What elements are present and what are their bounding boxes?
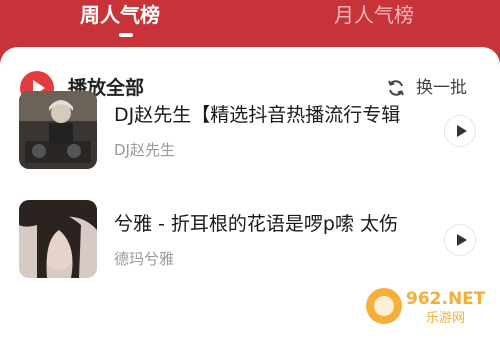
- song-artist: DJ赵先生: [114, 141, 175, 159]
- play-song-button[interactable]: [444, 115, 476, 147]
- tab-weekly-popularity[interactable]: 周人气榜: [80, 0, 160, 30]
- song-title: 兮雅 - 折耳根的花语是啰p嗦 太伤: [114, 213, 399, 235]
- song-title: DJ赵先生【精选抖音热播流行专辑: [114, 104, 401, 126]
- svg-text:乐游网: 乐游网: [426, 311, 465, 326]
- tab-monthly-popularity[interactable]: 月人气榜: [334, 0, 414, 30]
- song-artist: 德玛兮雅: [114, 250, 175, 268]
- site-watermark-logo: 962.NET 乐游网: [362, 282, 496, 328]
- play-song-button[interactable]: [444, 224, 476, 256]
- song-row[interactable]: 兮雅 - 折耳根的花语是啰p嗦 太伤 德玛兮雅: [0, 200, 500, 282]
- svg-text:962.NET: 962.NET: [406, 289, 486, 309]
- tab-bar: 周人气榜 月人气榜: [0, 0, 500, 44]
- song-row[interactable]: DJ赵先生【精选抖音热播流行专辑 DJ赵先生: [0, 91, 500, 173]
- active-tab-indicator: [119, 33, 133, 37]
- album-cover-image: [19, 200, 97, 278]
- album-cover-image: [19, 91, 97, 169]
